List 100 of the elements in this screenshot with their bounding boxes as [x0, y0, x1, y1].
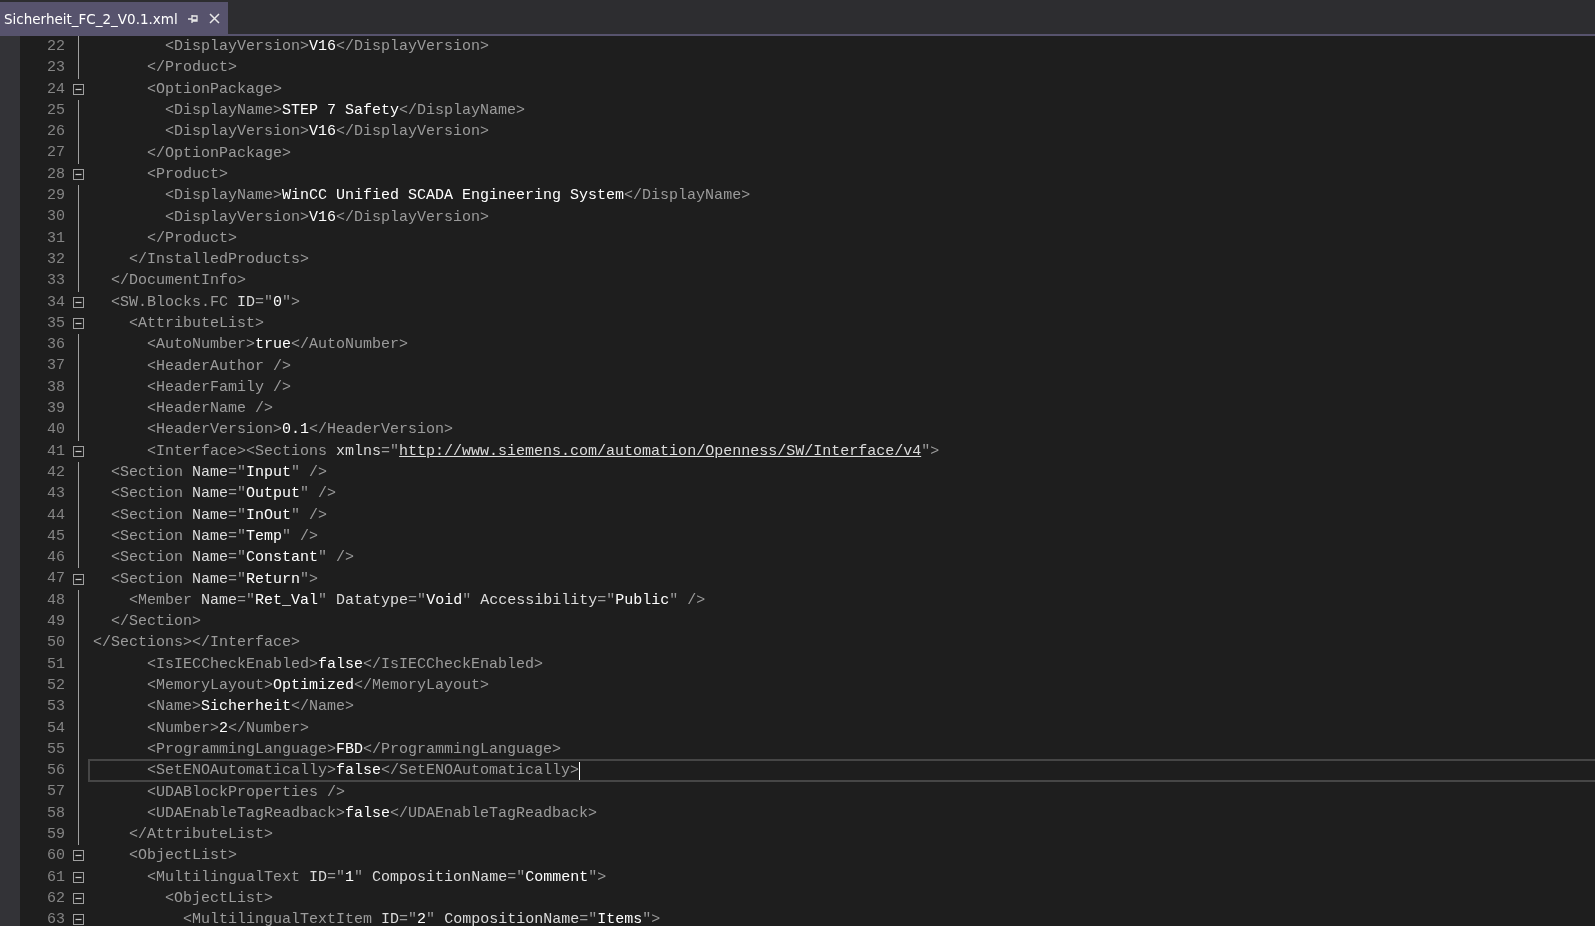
code-line: <DisplayVersion>V16</DisplayVersion> [164, 122, 490, 142]
line-number: 43 [46, 484, 65, 505]
line-number: 41 [46, 441, 65, 462]
line-number: 46 [46, 548, 65, 569]
line-number: 34 [46, 292, 65, 313]
code-line: <Section Name="Constant" /> [110, 548, 355, 568]
code-line: <MultilingualText ID="1" CompositionName="Comment"> [146, 867, 607, 887]
line-number: 42 [46, 462, 65, 483]
code-line: </AttributeList> [128, 825, 274, 845]
close-button[interactable] [208, 13, 220, 24]
code-line: <AttributeList> [128, 314, 265, 333]
line-number: 48 [46, 590, 65, 611]
code-line: <UDAEnableTagReadback>false</UDAEnableTagReadback> [146, 803, 598, 823]
line-number: 50 [46, 633, 65, 654]
code-line: <ProgrammingLanguage>FBD</ProgrammingLanguage> [146, 739, 562, 759]
line-number: 27 [46, 143, 65, 164]
code-line: </Product> [146, 58, 238, 78]
document-tab[interactable]: Sicherheit_FC_2_V0.1.xml [0, 2, 228, 34]
line-number: 26 [46, 122, 65, 143]
line-number: 40 [46, 420, 65, 441]
code-line: <Section Name="Output" /> [110, 484, 337, 504]
code-line: <MultilingualTextItem ID="2" CompositionName="Items"> [182, 910, 661, 926]
collapse-icon[interactable] [72, 850, 84, 862]
text-cursor [579, 761, 581, 780]
namespace-link[interactable]: http://www.siemens.com/automation/Openness/SW/Interface/v4 [399, 442, 922, 460]
code-line: <OptionPackage> [146, 79, 283, 99]
collapse-icon[interactable] [72, 914, 84, 926]
line-number: 54 [46, 718, 65, 739]
code-line: <Member Name="Ret_Val" Datatype="Void" Accessibility="Public" /> [128, 590, 706, 610]
code-line: <SetENOAutomatically>false</SetENOAutomatically> [146, 761, 580, 781]
code-line: <Name>Sicherheit</Name> [146, 697, 355, 717]
code-line: <HeaderName /> [146, 399, 274, 419]
line-number: 59 [46, 825, 65, 845]
pin-icon [187, 13, 199, 24]
line-number: 37 [46, 356, 65, 377]
code-line: <HeaderFamily /> [146, 377, 292, 397]
code-line: <DisplayVersion>V16</DisplayVersion> [164, 37, 490, 57]
code-line: <Section Name="InOut" /> [110, 505, 328, 525]
line-number: 56 [46, 761, 65, 782]
collapse-icon[interactable] [72, 573, 84, 585]
line-number: 60 [46, 846, 65, 867]
code-line: <DisplayName>STEP 7 Safety</DisplayName> [164, 101, 526, 121]
code-line: <MemoryLayout>Optimized</MemoryLayout> [146, 676, 490, 696]
line-number: 22 [46, 37, 65, 57]
line-number: 24 [46, 79, 65, 100]
collapse-icon[interactable] [72, 296, 84, 308]
line-number: 57 [46, 782, 65, 803]
code-line: </DocumentInfo> [110, 271, 247, 291]
code-line: <DisplayVersion>V16</DisplayVersion> [164, 207, 490, 227]
line-number: 29 [46, 186, 65, 207]
line-number: 49 [46, 612, 65, 632]
line-number: 53 [46, 697, 65, 718]
code-line: <DisplayName>WinCC Unified SCADA Engineering System</DisplayName> [164, 186, 751, 206]
line-number: 36 [46, 335, 65, 356]
line-number: 32 [46, 249, 65, 270]
code-line: </Product> [146, 228, 238, 248]
line-number: 31 [46, 228, 65, 249]
line-number: 63 [46, 910, 65, 926]
code-line: <Number>2</Number> [146, 718, 310, 738]
line-number: 28 [46, 164, 65, 185]
code-line: </OptionPackage> [146, 143, 292, 163]
code-line: <Product> [146, 164, 229, 184]
code-line: <Interface><Sections xmlns="http://www.siemens.com/automation/Openness/SW/Interface/v4"> [146, 441, 940, 461]
line-number: 30 [46, 207, 65, 228]
code-line: </InstalledProducts> [128, 250, 310, 270]
code-line: <HeaderAuthor /> [146, 356, 292, 376]
collapse-icon[interactable] [72, 871, 84, 883]
line-number: 47 [46, 569, 65, 590]
line-number: 33 [46, 271, 65, 292]
code-line: <Section Name="Input" /> [110, 463, 328, 483]
line-number: 61 [46, 867, 65, 888]
tab-title: Sicherheit_FC_2_V0.1.xml [4, 10, 178, 27]
collapse-icon[interactable] [72, 83, 84, 95]
code-line: </Sections></Interface> [93, 633, 301, 653]
line-number: 38 [46, 377, 65, 398]
collapse-icon[interactable] [72, 445, 84, 457]
code-line: <AutoNumber>true</AutoNumber> [146, 335, 409, 355]
code-line: <UDABlockProperties /> [146, 782, 346, 802]
line-number: 55 [46, 739, 65, 760]
code-line: <ObjectList> [164, 889, 274, 908]
line-number: 25 [46, 100, 65, 121]
code-line: <ObjectList> [128, 846, 238, 866]
collapse-icon[interactable] [72, 318, 84, 329]
line-number: 58 [46, 803, 65, 824]
close-icon [208, 13, 220, 24]
collapse-icon[interactable] [72, 893, 84, 904]
line-number: 39 [46, 399, 65, 420]
pin-button[interactable] [187, 13, 199, 24]
code-line: <IsIECCheckEnabled>false</IsIECCheckEnabled> [146, 654, 544, 674]
collapse-icon[interactable] [72, 168, 84, 180]
line-number: 51 [46, 654, 65, 675]
code-line: <HeaderVersion>0.1</HeaderVersion> [146, 420, 454, 440]
line-number: 62 [46, 888, 65, 909]
line-number: 44 [46, 505, 65, 526]
code-line: <Section Name="Temp" /> [110, 526, 319, 546]
line-number: 52 [46, 675, 65, 696]
line-number: 45 [46, 526, 65, 547]
line-number: 23 [46, 58, 65, 79]
code-line: </Section> [110, 612, 202, 632]
line-number: 35 [46, 313, 65, 334]
